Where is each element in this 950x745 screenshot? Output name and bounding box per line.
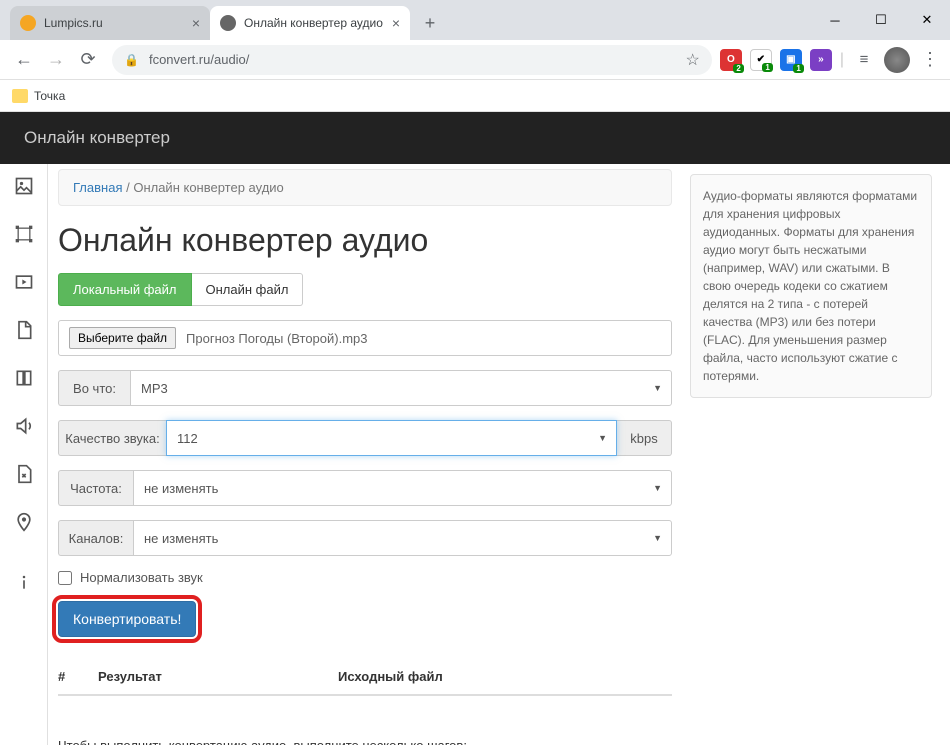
info-icon[interactable] (14, 572, 34, 592)
extension-icon[interactable]: ✔1 (750, 49, 772, 71)
format-select[interactable]: MP3 (130, 370, 672, 406)
close-icon[interactable]: × (392, 15, 400, 31)
normalize-row[interactable]: Нормализовать звук (58, 570, 672, 585)
profile-avatar[interactable] (884, 47, 910, 73)
frequency-label: Частота: (58, 470, 133, 506)
favicon-icon (220, 15, 236, 31)
window-controls: ─ ☐ ✕ (812, 0, 950, 40)
quality-select[interactable]: 112 (166, 420, 617, 456)
extension-icon[interactable]: » (810, 49, 832, 71)
page-title: Онлайн конвертер аудио (58, 222, 672, 259)
browser-titlebar: Lumpics.ru × Онлайн конвертер аудио × + … (0, 0, 950, 40)
file-input-row[interactable]: Выберите файл Прогноз Погоды (Второй).mp… (58, 320, 672, 356)
reading-list-icon[interactable]: ≡ (852, 44, 876, 76)
site-header: Онлайн конвертер (0, 112, 950, 164)
convert-highlight: Конвертировать! (58, 601, 196, 637)
choose-file-button[interactable]: Выберите файл (69, 327, 176, 349)
col-result: Результат (98, 669, 338, 684)
close-button[interactable]: ✕ (904, 0, 950, 40)
map-pin-icon[interactable] (14, 512, 34, 532)
image-icon[interactable] (14, 176, 34, 196)
folder-icon (12, 89, 28, 103)
ext-badge: 1 (762, 63, 772, 72)
audio-icon[interactable] (14, 416, 34, 436)
tab-online-file[interactable]: Онлайн файл (192, 273, 304, 306)
video-icon[interactable] (14, 272, 34, 292)
convert-button[interactable]: Конвертировать! (58, 601, 196, 637)
menu-button[interactable]: ⋮ (918, 44, 942, 76)
breadcrumb-current: Онлайн конвертер аудио (133, 180, 283, 195)
normalize-checkbox[interactable] (58, 571, 72, 585)
results-table-header: # Результат Исходный файл (58, 657, 672, 696)
info-box: Аудио-форматы являются форматами для хра… (690, 174, 932, 398)
extensions-area: O2 ✔1 ▣1 » | ≡ ⋮ (720, 44, 942, 76)
col-number: # (58, 669, 98, 684)
main-column: Главная / Онлайн конвертер аудио Онлайн … (48, 164, 682, 745)
page-body: Главная / Онлайн конвертер аудио Онлайн … (0, 164, 950, 745)
channels-label: Каналов: (58, 520, 133, 556)
tab-title: Онлайн конвертер аудио (244, 16, 383, 30)
breadcrumb-home[interactable]: Главная (73, 180, 122, 195)
ext-badge: 2 (733, 64, 743, 73)
format-row: Во что: MP3 (58, 370, 672, 406)
url-text: fconvert.ru/audio/ (149, 52, 249, 67)
browser-tab-lumpics[interactable]: Lumpics.ru × (10, 6, 210, 40)
tab-title: Lumpics.ru (44, 16, 103, 30)
address-bar[interactable]: 🔒 fconvert.ru/audio/ ☆ (112, 45, 712, 75)
vertical-sidebar (0, 164, 48, 745)
minimize-button[interactable]: ─ (812, 0, 858, 40)
frequency-select[interactable]: не изменять (133, 470, 672, 506)
bookmark-star-icon[interactable]: ☆ (686, 50, 700, 70)
reload-button[interactable]: ⟳ (72, 44, 104, 76)
channels-select[interactable]: не изменять (133, 520, 672, 556)
bookmark-label: Точка (34, 89, 65, 103)
ebook-icon[interactable] (14, 368, 34, 388)
browser-tab-converter[interactable]: Онлайн конвертер аудио × (210, 6, 410, 40)
archive-icon[interactable] (14, 464, 34, 484)
vector-icon[interactable] (14, 224, 34, 244)
back-button[interactable]: ← (8, 44, 40, 76)
quality-unit: kbps (617, 420, 672, 456)
right-panel: Аудио-форматы являются форматами для хра… (682, 164, 950, 745)
extension-icon[interactable]: O2 (720, 49, 742, 71)
close-icon[interactable]: × (192, 15, 200, 31)
frequency-row: Частота: не изменять (58, 470, 672, 506)
quality-row: Качество звука: 112 kbps (58, 420, 672, 456)
help-text: Чтобы выполнить конвертацию аудио, выпол… (58, 736, 672, 745)
ext-badge: 1 (793, 64, 803, 73)
tab-local-file[interactable]: Локальный файл (58, 273, 192, 306)
selected-filename: Прогноз Погоды (Второй).mp3 (186, 331, 367, 346)
site-title: Онлайн конвертер (24, 128, 170, 148)
page-content: Онлайн конвертер Главная / Онлайн конвер… (0, 112, 950, 745)
bookmark-folder[interactable]: Точка (12, 89, 65, 103)
source-tabs: Локальный файл Онлайн файл (58, 273, 672, 306)
breadcrumb: Главная / Онлайн конвертер аудио (58, 169, 672, 206)
bookmarks-bar: Точка (0, 80, 950, 112)
document-icon[interactable] (14, 320, 34, 340)
extension-icon[interactable]: ▣1 (780, 49, 802, 71)
normalize-label: Нормализовать звук (80, 570, 203, 585)
quality-label: Качество звука: (58, 420, 166, 456)
favicon-icon (20, 15, 36, 31)
new-tab-button[interactable]: + (416, 9, 444, 37)
col-source: Исходный файл (338, 669, 672, 684)
channels-row: Каналов: не изменять (58, 520, 672, 556)
maximize-button[interactable]: ☐ (858, 0, 904, 40)
browser-toolbar: ← → ⟳ 🔒 fconvert.ru/audio/ ☆ O2 ✔1 ▣1 » … (0, 40, 950, 80)
lock-icon: 🔒 (124, 53, 139, 67)
forward-button: → (40, 44, 72, 76)
format-label: Во что: (58, 370, 130, 406)
